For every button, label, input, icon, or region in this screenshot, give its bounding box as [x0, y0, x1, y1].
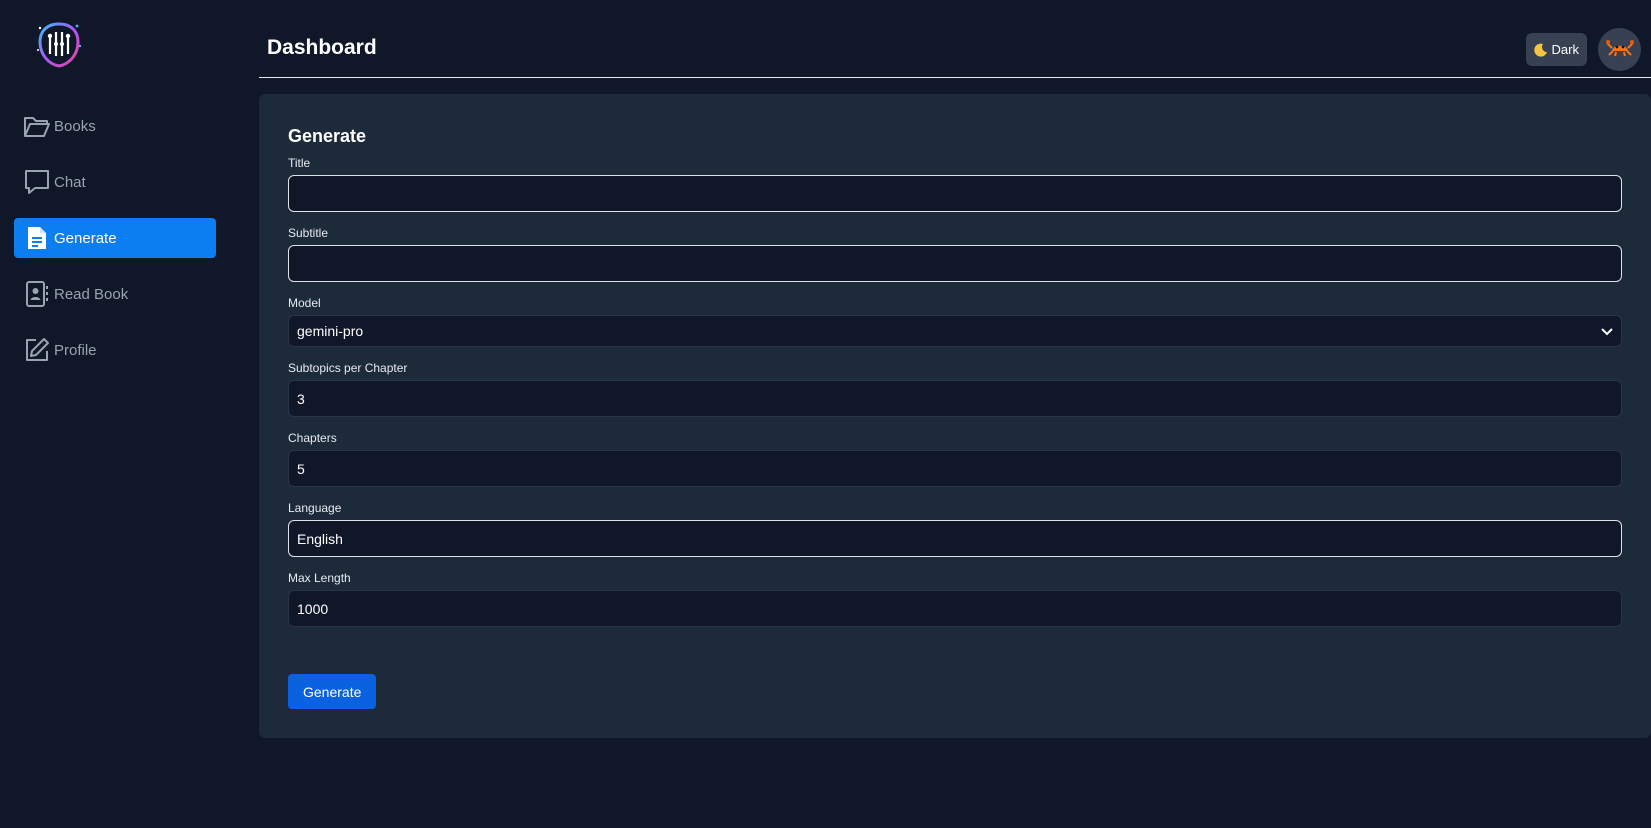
sidebar-item-chat[interactable]: Chat [14, 162, 216, 202]
crab-avatar-icon [1605, 37, 1634, 62]
sidebar: Books Chat Generate Read Book Profile [0, 0, 232, 828]
app-root: Books Chat Generate Read Book Profile Da… [0, 0, 1651, 828]
sidebar-item-label: Generate [54, 229, 117, 247]
brain-book-logo-icon[interactable] [36, 20, 82, 70]
max-length-input[interactable] [288, 590, 1622, 627]
sidebar-item-label: Chat [54, 173, 86, 191]
title-label: Title [288, 156, 311, 170]
model-label: Model [288, 296, 321, 310]
sidebar-item-profile[interactable]: Profile [14, 330, 216, 370]
generate-form-card: Generate Title Subtitle Model gemini-pro… [259, 94, 1651, 738]
contact-book-icon [22, 279, 52, 309]
sidebar-nav: Books Chat Generate Read Book Profile [14, 106, 216, 386]
sidebar-item-generate[interactable]: Generate [14, 218, 216, 258]
language-label: Language [288, 501, 342, 515]
sidebar-item-label: Profile [54, 341, 97, 359]
chapters-input[interactable] [288, 450, 1622, 487]
model-select[interactable]: gemini-pro [288, 315, 1622, 347]
generate-button[interactable]: Generate [288, 674, 377, 709]
chapters-label: Chapters [288, 431, 337, 445]
theme-toggle-button[interactable]: Dark [1525, 33, 1587, 66]
chat-bubble-icon [22, 167, 52, 197]
moon-icon [1533, 43, 1548, 57]
subtitle-label: Subtitle [288, 226, 329, 240]
subtopics-label: Subtopics per Chapter [288, 361, 408, 375]
max-length-label: Max Length [288, 571, 351, 585]
title-input[interactable] [288, 175, 1622, 212]
sidebar-item-label: Read Book [54, 285, 129, 303]
subtitle-input[interactable] [288, 245, 1622, 282]
page-title: Dashboard [267, 36, 377, 59]
language-input[interactable] [288, 520, 1622, 557]
top-header: Dashboard Dark [259, 0, 1651, 78]
chevron-down-icon [1601, 316, 1613, 346]
form-title: Generate [288, 126, 367, 146]
model-select-value: gemini-pro [297, 323, 364, 339]
document-icon [22, 223, 52, 253]
sidebar-item-read-book[interactable]: Read Book [14, 274, 216, 314]
folder-open-icon [22, 111, 52, 141]
subtopics-input[interactable] [288, 380, 1622, 417]
sidebar-item-books[interactable]: Books [14, 106, 216, 146]
avatar[interactable] [1598, 28, 1641, 71]
edit-square-icon [22, 335, 52, 365]
sidebar-item-label: Books [54, 117, 96, 135]
theme-toggle-label: Dark [1551, 42, 1579, 57]
